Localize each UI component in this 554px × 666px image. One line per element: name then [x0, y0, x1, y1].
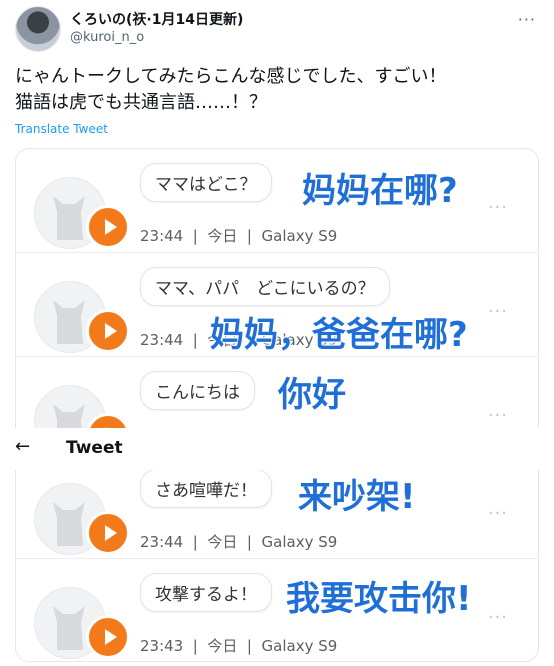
chinese-caption: 我要攻击你!	[286, 579, 472, 619]
message-device: Galaxy S9	[261, 637, 338, 655]
tweet-media-image[interactable]: ママはどこ？ 23:44 | 今日 | Galaxy S9 ··· 妈妈在哪? …	[15, 148, 539, 662]
more-horizontal-icon[interactable]: ···	[488, 503, 508, 524]
message-row: ママはどこ？ 23:44 | 今日 | Galaxy S9 ··· 妈妈在哪?	[16, 149, 538, 253]
tweet-nav-bar: ← Tweet	[0, 428, 554, 470]
message-meta: 23:43 | 今日 | Galaxy S9	[140, 637, 338, 655]
chinese-caption: 妈妈，爸爸在哪?	[210, 315, 468, 355]
more-horizontal-icon[interactable]: ···	[488, 607, 508, 628]
message-bubble: ママ、パパ どこにいるの？	[140, 267, 390, 306]
message-bubble: 攻撃するよ！	[140, 573, 272, 612]
message-meta: 23:44 | 今日 | Galaxy S9	[140, 227, 338, 245]
message-time: 23:44	[140, 331, 184, 349]
message-row: 攻撃するよ！ 23:43 | 今日 | Galaxy S9 ··· 我要攻击你!	[16, 559, 538, 661]
more-options-icon[interactable]: ···	[518, 10, 536, 29]
message-meta: 23:44 | 今日 | Galaxy S9	[140, 533, 338, 551]
author-display-name[interactable]: くろいの(祆·1月14日更新)	[70, 9, 243, 29]
message-row: さあ喧嘩だ！ 23:44 | 今日 | Galaxy S9 ··· 来吵架!	[16, 455, 538, 559]
tweet-text: にゃんトークしてみたらこんな感じでした、すごい！ 猫語は虎でも共通言語……！？	[15, 66, 447, 113]
chinese-caption: 你好	[278, 375, 346, 415]
more-horizontal-icon[interactable]: ···	[488, 301, 508, 322]
message-day: 今日	[207, 637, 238, 655]
author-handle[interactable]: @kuroi_n_o	[70, 30, 144, 45]
message-time: 23:43	[140, 637, 184, 655]
message-time: 23:44	[140, 533, 184, 551]
nav-title: Tweet	[66, 438, 123, 458]
chinese-caption: 妈妈在哪?	[302, 171, 458, 211]
chinese-caption: 来吵架!	[298, 477, 416, 517]
message-bubble: こんにちは	[140, 371, 255, 410]
play-icon[interactable]	[86, 511, 130, 555]
message-time: 23:44	[140, 227, 184, 245]
message-day: 今日	[207, 227, 238, 245]
translate-tweet-link[interactable]: Translate Tweet	[15, 122, 108, 136]
play-icon[interactable]	[86, 309, 130, 353]
message-device: Galaxy S9	[261, 227, 338, 245]
more-horizontal-icon[interactable]: ···	[488, 405, 508, 426]
more-horizontal-icon[interactable]: ···	[488, 197, 508, 218]
play-icon[interactable]	[86, 205, 130, 249]
back-arrow-icon[interactable]: ←	[15, 436, 30, 457]
message-row: ママ、パパ どこにいるの？ 23:44 | 今日 | Galaxy S9 ···…	[16, 253, 538, 357]
message-bubble: さあ喧嘩だ！	[140, 469, 272, 508]
play-icon[interactable]	[86, 615, 130, 659]
message-device: Galaxy S9	[261, 533, 338, 551]
author-avatar[interactable]	[15, 6, 61, 52]
message-bubble: ママはどこ？	[140, 163, 272, 202]
message-day: 今日	[207, 533, 238, 551]
